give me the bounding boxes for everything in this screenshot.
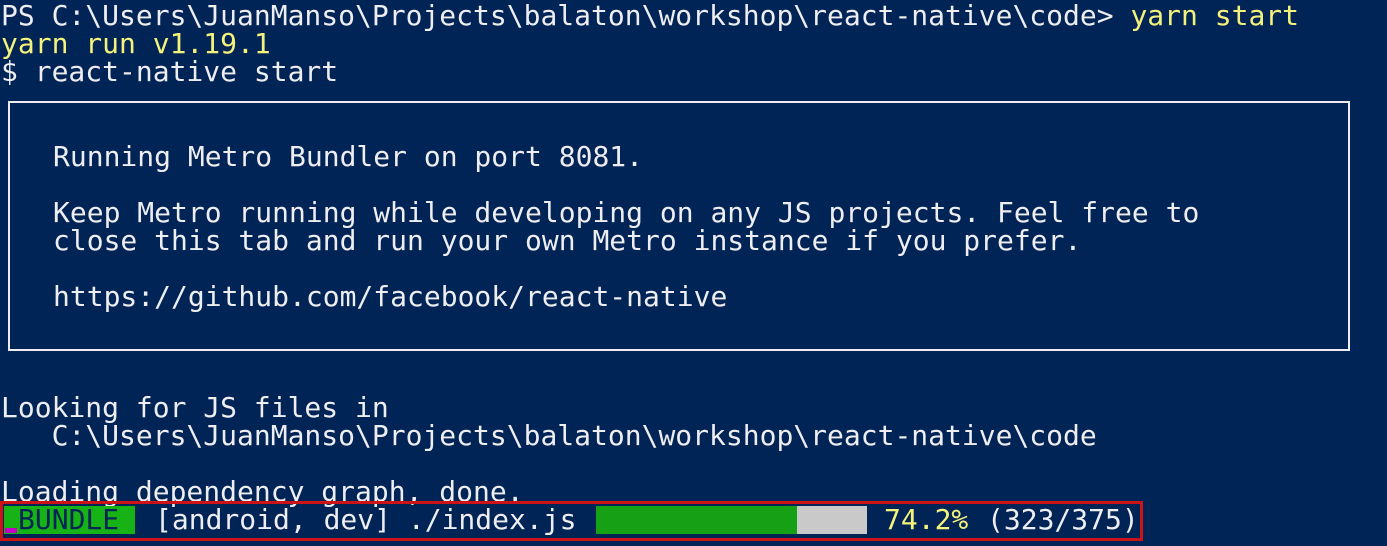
bundle-target: [android, dev] ./index.js bbox=[155, 503, 577, 536]
bundle-progress-counts: (323/375) bbox=[987, 503, 1139, 536]
bundle-progress-fill bbox=[596, 506, 798, 534]
shell-command-line: $ react-native start bbox=[1, 55, 339, 88]
metro-github-link: https://github.com/facebook/react-native bbox=[53, 280, 728, 313]
looking-for-js-line: Looking for JS files in bbox=[1, 391, 389, 424]
yarn-version-line: yarn run v1.19.1 bbox=[1, 27, 271, 60]
command-text: yarn start bbox=[1113, 0, 1300, 32]
project-path-line: C:\Users\JuanManso\Projects\balaton\work… bbox=[1, 419, 1097, 452]
metro-info-box: Running Metro Bundler on port 8081. Keep… bbox=[8, 101, 1350, 351]
bundle-progress-bar bbox=[596, 506, 867, 534]
metro-close-tab-line: close this tab and run your own Metro in… bbox=[53, 224, 1082, 257]
metro-keep-running-line: Keep Metro running while developing on a… bbox=[53, 196, 1200, 229]
bundle-badge: BUNDLE bbox=[4, 506, 135, 534]
bundle-progress-percent: 74.2% bbox=[884, 503, 969, 536]
terminal-cursor bbox=[5, 528, 17, 533]
prompt-line: PS C:\Users\JuanManso\Projects\balaton\w… bbox=[1, 2, 1299, 30]
metro-port-line: Running Metro Bundler on port 8081. bbox=[53, 140, 644, 173]
